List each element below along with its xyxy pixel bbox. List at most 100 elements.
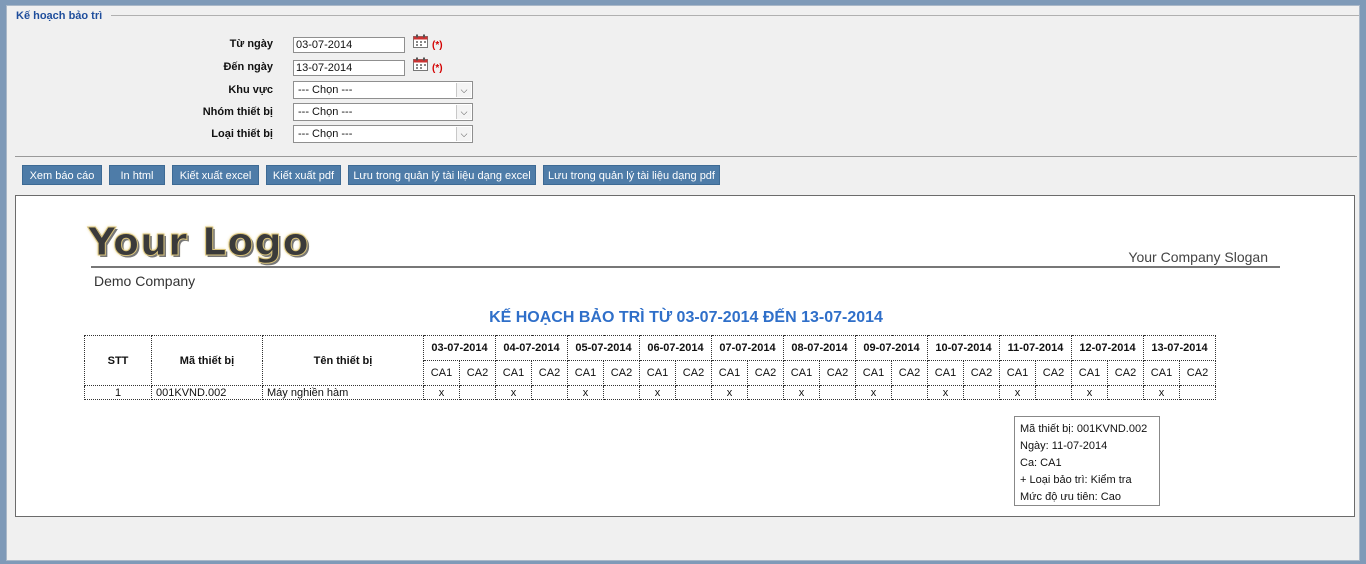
shift-cell[interactable]: x [783, 385, 820, 400]
shift-cell[interactable] [603, 385, 640, 400]
shift-header: CA1 [999, 360, 1036, 386]
shift-header: CA2 [1107, 360, 1144, 386]
company-logo: Your Logo [88, 220, 310, 265]
report-viewer: Your Logo Your Company Slogan Demo Compa… [15, 195, 1355, 517]
shift-header: CA1 [639, 360, 676, 386]
shift-cell[interactable] [531, 385, 568, 400]
date-header: 05-07-2014 [567, 335, 640, 361]
shift-header: CA1 [567, 360, 604, 386]
shift-cell[interactable] [1179, 385, 1216, 400]
shift-cell[interactable] [747, 385, 784, 400]
chevron-down-icon[interactable]: ⌵ [456, 105, 471, 119]
date-header: 12-07-2014 [1071, 335, 1144, 361]
report-title: KẾ HOẠCH BẢO TRÌ TỪ 03-07-2014 ĐẾN 13-07… [489, 309, 883, 326]
shift-cell[interactable] [1107, 385, 1144, 400]
device-name-header: Tên thiết bị [262, 335, 424, 386]
maintenance-panel: Kế hoạch bảo trì Từ ngày 03-07-2014 (*) … [6, 5, 1360, 561]
export-pdf-button[interactable]: Kiết xuất pdf [266, 165, 341, 185]
shift-cell[interactable]: x [855, 385, 892, 400]
area-label: Khu vực [228, 84, 273, 96]
chevron-down-icon[interactable]: ⌵ [456, 127, 471, 141]
shift-header: CA2 [603, 360, 640, 386]
toolbar-divider [15, 156, 1357, 157]
device-code-header: Mã thiết bị [151, 335, 263, 386]
shift-header: CA1 [495, 360, 532, 386]
shift-header: CA1 [423, 360, 460, 386]
print-html-button[interactable]: In html [109, 165, 165, 185]
device-type-select[interactable]: --- Chọn --- ⌵ [293, 125, 473, 143]
save-pdf-button[interactable]: Lưu trong quản lý tài liệu dạng pdf [543, 165, 720, 185]
shift-header: CA2 [459, 360, 496, 386]
company-name: Demo Company [94, 273, 196, 289]
export-excel-button[interactable]: Kiết xuất excel [172, 165, 259, 185]
table-row[interactable]: 1 001KVND.002 Máy nghiền hàm x x x x x x x x x x x [84, 385, 1216, 400]
device-name-cell: Máy nghiền hàm [262, 385, 424, 400]
date-header: 13-07-2014 [1143, 335, 1216, 361]
shift-cell[interactable]: x [927, 385, 964, 400]
tooltip-shift: Ca: CA1 [1020, 457, 1062, 469]
device-group-select-value: --- Chọn --- [298, 106, 353, 118]
date-header: 10-07-2014 [927, 335, 1000, 361]
date-header: 04-07-2014 [495, 335, 568, 361]
tooltip-device-code: Mã thiết bị: 001KVND.002 [1020, 423, 1148, 435]
legend-divider [111, 15, 1359, 16]
device-group-label: Nhóm thiết bị [202, 106, 273, 118]
shift-cell[interactable] [459, 385, 496, 400]
shift-header: CA2 [1035, 360, 1072, 386]
shift-cell[interactable]: x [711, 385, 748, 400]
shift-cell[interactable] [891, 385, 928, 400]
tooltip-date: Ngày: 11-07-2014 [1020, 440, 1108, 452]
shift-cell[interactable]: x [999, 385, 1036, 400]
panel-title: Kế hoạch bảo trì [16, 10, 103, 22]
area-select-value: --- Chọn --- [298, 84, 353, 96]
schedule-tooltip: Mã thiết bị: 001KVND.002 Ngày: 11-07-201… [1014, 416, 1160, 506]
shift-header: CA2 [891, 360, 928, 386]
date-header: 08-07-2014 [783, 335, 856, 361]
device-type-select-value: --- Chọn --- [298, 128, 353, 140]
calendar-icon[interactable] [413, 57, 428, 71]
shift-header: CA1 [855, 360, 892, 386]
device-type-label: Loại thiết bị [211, 128, 273, 140]
shift-cell[interactable] [1035, 385, 1072, 400]
tooltip-maintenance-type: + Loại bảo trì: Kiểm tra [1020, 474, 1132, 486]
shift-header: CA2 [1179, 360, 1216, 386]
shift-header: CA2 [819, 360, 856, 386]
stt-header: STT [84, 335, 152, 386]
to-date-label: Đến ngày [223, 61, 273, 73]
shift-header: CA2 [963, 360, 1000, 386]
from-date-label: Từ ngày [229, 38, 273, 50]
shift-cell[interactable] [819, 385, 856, 400]
shift-header: CA1 [783, 360, 820, 386]
shift-header: CA1 [1071, 360, 1108, 386]
device-code-cell: 001KVND.002 [151, 385, 263, 400]
date-header: 11-07-2014 [999, 335, 1072, 361]
maintenance-schedule-table: STT Mã thiết bị Tên thiết bị 03-07-2014 0… [84, 335, 1216, 400]
shift-cell[interactable]: x [423, 385, 460, 400]
stt-cell: 1 [84, 385, 152, 400]
calendar-icon[interactable] [413, 34, 428, 48]
to-date-input[interactable]: 13-07-2014 [293, 60, 405, 76]
shift-cell[interactable]: x [495, 385, 532, 400]
shift-cell[interactable] [675, 385, 712, 400]
area-select[interactable]: --- Chọn --- ⌵ [293, 81, 473, 99]
save-excel-button[interactable]: Lưu trong quản lý tài liệu dạng excel [348, 165, 536, 185]
shift-cell[interactable]: x [1143, 385, 1180, 400]
shift-header: CA2 [747, 360, 784, 386]
shift-header: CA1 [927, 360, 964, 386]
shift-cell[interactable] [963, 385, 1000, 400]
required-mark: (*) [432, 40, 443, 51]
from-date-input[interactable]: 03-07-2014 [293, 37, 405, 53]
shift-cell[interactable]: x [639, 385, 676, 400]
shift-header: CA1 [711, 360, 748, 386]
view-report-button[interactable]: Xem báo cáo [22, 165, 102, 185]
tooltip-priority: Mức độ ưu tiên: Cao [1020, 491, 1121, 503]
shift-header: CA2 [675, 360, 712, 386]
shift-cell[interactable]: x [567, 385, 604, 400]
shift-header: CA1 [1143, 360, 1180, 386]
shift-cell[interactable]: x [1071, 385, 1108, 400]
device-group-select[interactable]: --- Chọn --- ⌵ [293, 103, 473, 121]
chevron-down-icon[interactable]: ⌵ [456, 83, 471, 97]
company-slogan: Your Company Slogan [1128, 249, 1268, 265]
date-header: 07-07-2014 [711, 335, 784, 361]
shift-header: CA2 [531, 360, 568, 386]
